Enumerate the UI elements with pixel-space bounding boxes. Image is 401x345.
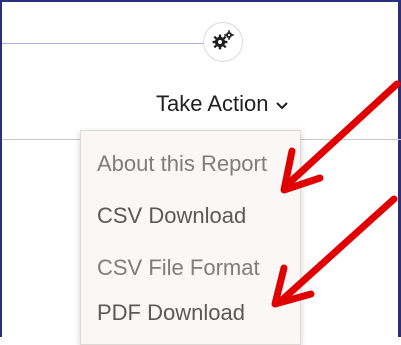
menu-item-csv-download[interactable]: CSV Download <box>97 205 246 227</box>
gear-icon <box>211 29 235 56</box>
menu-item-csv-file-format[interactable]: CSV File Format <box>97 257 260 279</box>
take-action-dropdown[interactable]: Take Action <box>156 91 289 117</box>
chevron-down-icon <box>275 99 289 113</box>
menu-item-about-report[interactable]: About this Report <box>97 153 267 175</box>
top-divider-line <box>2 43 207 44</box>
menu-item-pdf-download[interactable]: PDF Download <box>97 302 245 324</box>
take-action-label: Take Action <box>156 91 269 116</box>
window-frame: Take Action About this Report CSV Downlo… <box>0 0 401 345</box>
take-action-menu: About this Report CSV Download CSV File … <box>80 130 301 345</box>
settings-button[interactable] <box>203 22 243 62</box>
